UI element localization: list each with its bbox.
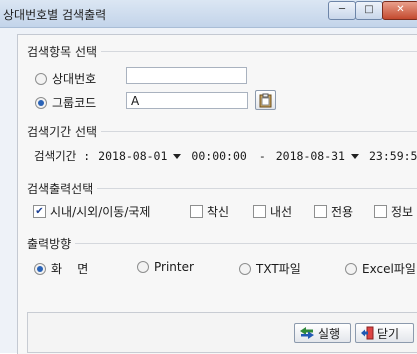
radio-party-number[interactable]: 상대번호	[35, 70, 96, 87]
radio-txt-file-circle[interactable]	[239, 262, 251, 275]
party-number-input[interactable]	[126, 67, 247, 84]
window-title: 상대번호별 검색출력	[3, 8, 107, 22]
output-select-group: 검색출력선택 ✔ 시내/시외/이동/국제 착신 내선 전용 정보	[27, 180, 417, 230]
period-separator: -	[258, 149, 266, 163]
output-direction-group: 출력방향 화 면 Printer TXT파일 Excel파일	[27, 235, 417, 285]
radio-screen-circle[interactable]	[34, 262, 46, 275]
period-group: 검색기간 선택 검색기간 : 2018-08-01 00:00:00 - 201…	[27, 123, 417, 173]
output-direction-group-title: 출력방향	[27, 235, 76, 252]
end-time-field[interactable]: 23:59:59	[369, 149, 417, 163]
checkbox-local-long-mobile-intl-label: 시내/시외/이동/국제	[50, 205, 151, 219]
checkbox-incoming-box[interactable]	[190, 205, 203, 218]
run-arrows-icon	[300, 327, 314, 339]
radio-txt-file[interactable]: TXT파일	[239, 260, 301, 277]
close-button-label: 닫기	[377, 326, 400, 341]
checkbox-extension-label: 내선	[270, 205, 293, 219]
run-button[interactable]: 실행	[294, 323, 351, 343]
title-bar: 상대번호별 검색출력 ─ □ ✕	[0, 0, 417, 28]
checkbox-incoming-label: 착신	[207, 205, 230, 219]
period-group-title: 검색기간 선택	[27, 123, 102, 140]
start-date-value: 2018-08-01	[98, 149, 168, 163]
radio-printer-circle[interactable]	[137, 261, 149, 273]
radio-excel-file-label: Excel파일	[362, 262, 416, 276]
radio-excel-file[interactable]: Excel파일	[345, 260, 416, 277]
checkbox-info-box[interactable]	[374, 205, 387, 218]
period-row: 검색기간 : 2018-08-01 00:00:00 - 2018-08-31 …	[34, 148, 417, 164]
checkbox-extension[interactable]: 내선	[253, 203, 292, 220]
checkbox-dedicated-label: 전용	[331, 205, 354, 219]
checkbox-info-label: 정보	[391, 205, 414, 219]
start-date-picker[interactable]: 2018-08-01	[98, 149, 187, 163]
close-button[interactable]: 닫기	[355, 323, 414, 343]
radio-group-code[interactable]: 그룹코드	[35, 94, 96, 111]
start-time-field[interactable]: 00:00:00	[191, 149, 246, 163]
run-button-label: 실행	[318, 326, 341, 341]
radio-txt-file-label: TXT파일	[256, 262, 301, 276]
start-date-dropdown-icon[interactable]	[173, 153, 182, 159]
period-label: 검색기간 :	[34, 149, 91, 163]
checkbox-info[interactable]: 정보	[374, 203, 413, 220]
minimize-button[interactable]: ─	[328, 1, 356, 20]
end-date-dropdown-icon[interactable]	[351, 153, 359, 159]
close-window-button[interactable]: ✕	[382, 1, 417, 20]
exit-door-icon	[361, 326, 374, 340]
search-item-group-title: 검색항목 선택	[27, 43, 102, 60]
radio-group-code-label: 그룹코드	[52, 96, 97, 110]
radio-screen-label: 화 면	[51, 262, 89, 276]
form-panel: 검색항목 선택 상대번호 그룹코드 A 검색기간 선택 검색기간: 2018-…	[17, 34, 417, 354]
radio-screen[interactable]: 화 면	[34, 260, 88, 277]
radio-printer-label: Printer	[154, 260, 194, 274]
group-lookup-button[interactable]	[255, 90, 276, 110]
radio-party-number-circle[interactable]	[35, 72, 47, 85]
checkbox-dedicated[interactable]: 전용	[314, 203, 353, 220]
window-frame: 검색항목 선택 상대번호 그룹코드 A 검색기간 선택 검색기간: 2018-…	[0, 28, 417, 354]
checkbox-incoming[interactable]: 착신	[190, 203, 229, 220]
checkbox-local-long-mobile-intl[interactable]: ✔ 시내/시외/이동/국제	[33, 203, 150, 220]
search-item-group: 검색항목 선택 상대번호 그룹코드 A	[27, 43, 417, 118]
maximize-button[interactable]: □	[355, 1, 383, 20]
radio-group-code-circle[interactable]	[35, 96, 47, 109]
clipboard-icon	[259, 93, 272, 107]
checkbox-local-long-mobile-intl-box[interactable]: ✔	[33, 205, 46, 218]
output-select-group-title: 검색출력선택	[27, 180, 98, 197]
radio-excel-file-circle[interactable]	[345, 262, 357, 275]
group-code-input[interactable]: A	[126, 92, 248, 109]
checkbox-dedicated-box[interactable]	[314, 205, 327, 218]
end-date-value: 2018-08-31	[275, 149, 345, 163]
end-date-picker[interactable]: 2018-08-31	[276, 149, 365, 163]
radio-printer[interactable]: Printer	[137, 260, 194, 274]
button-panel: 실행 닫기	[27, 312, 417, 353]
radio-party-number-label: 상대번호	[52, 72, 97, 86]
checkbox-extension-box[interactable]	[253, 205, 266, 218]
